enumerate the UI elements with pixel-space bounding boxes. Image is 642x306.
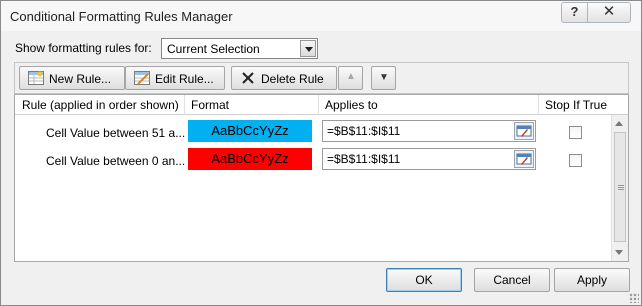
new-rule-icon — [28, 71, 44, 85]
resize-grip-icon[interactable] — [629, 293, 639, 303]
title-bar: Conditional Formatting Rules Manager ? ✕ — [1, 1, 641, 31]
help-button[interactable]: ? — [561, 2, 588, 23]
header-divider — [184, 95, 185, 115]
applies-to-value: =$B$11:$I$11 — [327, 124, 401, 138]
scroll-thumb[interactable] — [614, 132, 626, 242]
new-rule-label: New Rule... — [49, 72, 112, 86]
header-divider — [538, 95, 539, 115]
stop-if-true-checkbox[interactable] — [569, 154, 582, 167]
scroll-up-icon[interactable] — [615, 121, 623, 126]
applies-to-value: =$B$11:$I$11 — [327, 152, 401, 166]
header-divider — [318, 95, 319, 115]
grip-line — [618, 189, 624, 190]
rule-row[interactable]: Cell Value between 51 a... AaBbCcYyZz =$… — [15, 117, 611, 147]
applies-to-input[interactable]: =$B$11:$I$11 — [322, 120, 536, 142]
header-stop-if-true[interactable]: Stop If True — [545, 98, 607, 112]
applies-to-input[interactable]: =$B$11:$I$11 — [322, 148, 536, 170]
grip-line — [618, 185, 624, 186]
close-button[interactable]: ✕ — [587, 2, 631, 23]
scroll-down-icon[interactable] — [615, 250, 623, 255]
new-rule-button[interactable]: New Rule... — [19, 66, 125, 90]
delete-rule-label: Delete Rule — [261, 72, 324, 86]
header-format[interactable]: Format — [191, 98, 229, 112]
dialog-window: Conditional Formatting Rules Manager ? ✕… — [0, 0, 642, 306]
stop-if-true-checkbox[interactable] — [569, 126, 582, 139]
show-rules-label: Show formatting rules for: — [15, 41, 152, 55]
show-rules-selected-value: Current Selection — [167, 42, 260, 56]
cancel-button[interactable]: Cancel — [474, 268, 550, 292]
delete-x-icon — [242, 72, 254, 84]
window-title: Conditional Formatting Rules Manager — [10, 9, 233, 24]
range-select-icon[interactable] — [514, 150, 534, 168]
header-applies-to[interactable]: Applies to — [325, 98, 378, 112]
rule-description: Cell Value between 51 a... — [46, 126, 186, 140]
edit-rule-label: Edit Rule... — [155, 72, 214, 86]
move-rule-down-button[interactable]: ▼ — [371, 66, 396, 90]
header-rule[interactable]: Rule (applied in order shown) — [22, 98, 179, 112]
chevron-down-icon[interactable] — [300, 40, 316, 57]
apply-button[interactable]: Apply — [554, 268, 630, 292]
edit-rule-icon — [134, 71, 150, 85]
rule-description: Cell Value between 0 an... — [46, 154, 186, 168]
show-rules-dropdown[interactable]: Current Selection — [161, 38, 318, 59]
ok-button[interactable]: OK — [386, 268, 462, 292]
grid-header: Rule (applied in order shown) Format App… — [15, 95, 628, 115]
range-select-icon[interactable] — [514, 122, 534, 140]
edit-rule-button[interactable]: Edit Rule... — [125, 66, 225, 90]
triangle-down-icon: ▼ — [379, 72, 389, 83]
rules-toolbar: New Rule... Edit Rule... Delete Rule ▲ ▼ — [14, 62, 629, 94]
format-preview: AaBbCcYyZz — [188, 120, 312, 142]
rule-row[interactable]: Cell Value between 0 an... AaBbCcYyZz =$… — [15, 145, 611, 175]
format-preview: AaBbCcYyZz — [188, 148, 312, 170]
triangle-up-icon: ▲ — [346, 71, 356, 82]
delete-rule-button[interactable]: Delete Rule — [231, 66, 337, 90]
rules-grid: Rule (applied in order shown) Format App… — [14, 94, 629, 262]
vertical-scrollbar[interactable] — [611, 115, 628, 261]
grip-line — [618, 187, 624, 188]
move-rule-up-button[interactable]: ▲ — [338, 66, 363, 90]
